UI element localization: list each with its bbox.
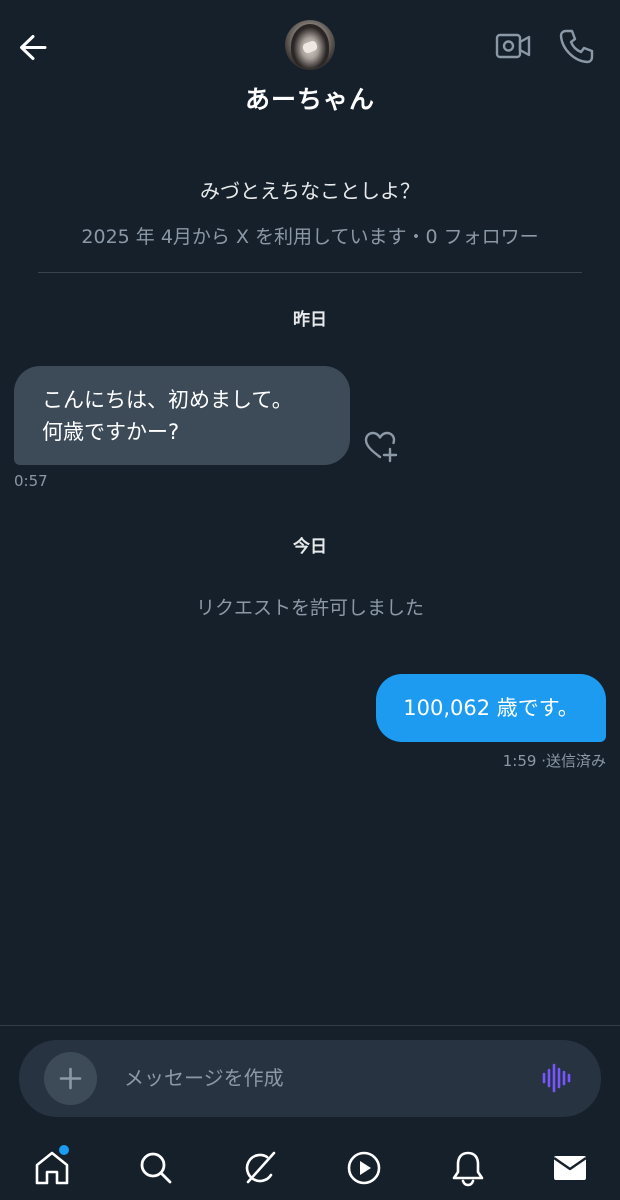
- date-separator-yesterday: 昨日: [293, 310, 327, 330]
- profile-divider: [38, 272, 582, 273]
- message-timestamp: 1:59: [502, 752, 537, 770]
- add-reaction-button[interactable]: [362, 428, 400, 466]
- avatar[interactable]: [285, 20, 335, 70]
- nav-grok[interactable]: [240, 1148, 280, 1188]
- plus-icon: [59, 1067, 82, 1090]
- video-call-button[interactable]: [494, 28, 532, 64]
- date-separator-today: 今日: [293, 537, 327, 557]
- message-timestamp: 0:57: [14, 472, 48, 490]
- voice-message-button[interactable]: [538, 1060, 574, 1096]
- heart-plus-icon: [364, 431, 398, 463]
- video-play-icon: [347, 1151, 381, 1185]
- message-text-line: 何歳ですかー?: [42, 420, 180, 444]
- message-meta: 1:59 ·送信済み: [503, 750, 606, 771]
- nav-messages[interactable]: [550, 1148, 590, 1188]
- profile-joined-info: 2025 年 4月から X を利用しています・0 フォロワー: [81, 226, 539, 248]
- system-message: リクエストを許可しました: [195, 597, 424, 619]
- composer-divider: [0, 1025, 620, 1026]
- notifications-icon: [452, 1151, 484, 1187]
- message-status: ·送信済み: [541, 752, 606, 770]
- incoming-message-bubble[interactable]: こんにちは、初めまして。 何歳ですかー?: [14, 366, 350, 465]
- phone-icon: [559, 29, 594, 64]
- home-notification-badge: [59, 1145, 69, 1155]
- search-icon: [140, 1152, 172, 1184]
- add-attachment-button[interactable]: [44, 1052, 97, 1105]
- audio-waveform-icon: [542, 1063, 571, 1093]
- arrow-left-icon: [20, 35, 47, 60]
- contact-name[interactable]: あーちゃん: [0, 80, 620, 116]
- voice-call-button[interactable]: [556, 26, 596, 66]
- messages-icon: [553, 1156, 587, 1180]
- profile-bio: みづとえちなことしよ？: [200, 179, 420, 203]
- nav-notifications[interactable]: [448, 1148, 488, 1188]
- message-text-line: こんにちは、初めまして。: [42, 388, 293, 412]
- outgoing-message-bubble[interactable]: 100,062 歳です。: [376, 674, 606, 742]
- video-camera-icon: [495, 33, 531, 59]
- nav-search[interactable]: [136, 1148, 176, 1188]
- message-input[interactable]: [110, 1058, 534, 1098]
- nav-video[interactable]: [344, 1148, 384, 1188]
- back-button[interactable]: [14, 28, 54, 68]
- grok-icon: [245, 1151, 276, 1184]
